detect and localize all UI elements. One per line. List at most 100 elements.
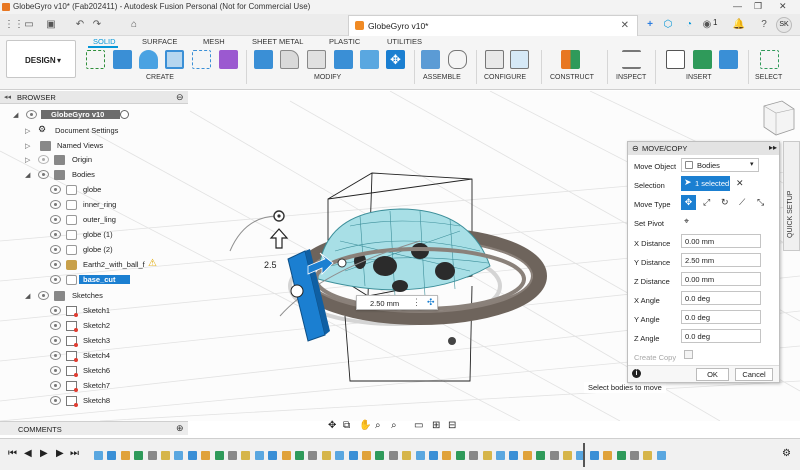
timeline-marker[interactable]	[583, 443, 585, 467]
timeline-feature-icon[interactable]	[201, 451, 211, 460]
visibility-eye-icon[interactable]	[50, 275, 61, 284]
browser-item-sketch7[interactable]: Sketch7	[0, 379, 140, 393]
visibility-eye-icon[interactable]	[26, 110, 37, 119]
visibility-eye-icon[interactable]	[50, 351, 61, 360]
z-distance-input[interactable]: 0.00 mm	[681, 272, 761, 286]
z-arrow-handle[interactable]	[290, 284, 304, 298]
info-icon[interactable]: i	[632, 369, 641, 378]
quick-setup-tab[interactable]: QUICK SETUP	[783, 141, 800, 251]
expand-arrow-icon[interactable]: ◢	[25, 292, 30, 300]
timeline-feature-icon[interactable]	[254, 451, 264, 460]
extrude-icon[interactable]	[113, 50, 132, 69]
new-component-icon[interactable]	[421, 50, 440, 69]
point-to-point-icon[interactable]: ⟋	[739, 197, 745, 208]
tab-sheet-metal[interactable]: SHEET METAL	[252, 37, 303, 46]
timeline-feature-icon[interactable]	[362, 451, 371, 460]
y-arrow-handle[interactable]	[269, 228, 289, 249]
joint-icon[interactable]	[448, 50, 467, 69]
timeline-feature-icon[interactable]	[120, 451, 130, 460]
help-icon[interactable]: ?	[757, 18, 771, 32]
move-object-dropdown[interactable]: Bodies ▾	[681, 158, 759, 172]
visibility-eye-icon[interactable]	[50, 306, 61, 315]
clear-selection-icon[interactable]: ✕	[736, 178, 744, 189]
timeline-feature-icon[interactable]	[442, 451, 452, 460]
timeline-feature-icon[interactable]	[134, 451, 144, 460]
browser-item-globe-1[interactable]: globe (1)	[0, 228, 140, 242]
timeline-feature-icon[interactable]	[107, 451, 117, 460]
browser-item-document-settings[interactable]: ▷ ⚙ Document Settings	[0, 124, 140, 138]
tab-utilities[interactable]: UTILITIES	[387, 37, 422, 46]
timeline-feature-icon[interactable]	[415, 451, 425, 460]
look-at-icon[interactable]: ⧉	[343, 420, 350, 431]
browser-item-sketch3[interactable]: Sketch3	[0, 334, 140, 348]
timeline-feature-icon[interactable]	[589, 451, 599, 460]
go-to-start-icon[interactable]: ⏮	[8, 448, 17, 459]
visibility-eye-icon[interactable]	[50, 336, 61, 345]
grid-settings-icon[interactable]: ⊞	[432, 420, 440, 431]
point-to-position-icon[interactable]: ⤡	[757, 197, 764, 208]
visibility-eye-icon[interactable]	[50, 381, 61, 390]
x-angle-input[interactable]: 0.0 deg	[681, 291, 761, 305]
insert-derive-icon[interactable]	[666, 50, 685, 69]
expand-arrow-icon[interactable]: ◢	[25, 171, 30, 179]
online-status-icon[interactable]: ◔	[682, 18, 696, 32]
timeline-feature-icon[interactable]	[241, 451, 251, 460]
viewports-icon[interactable]: ⊟	[448, 420, 456, 431]
orbit-icon[interactable]: ✥	[328, 420, 336, 431]
visibility-eye-icon[interactable]	[50, 200, 61, 209]
browser-root[interactable]: ◢ GlobeGyro v10	[0, 108, 140, 122]
pan-icon[interactable]: ✋	[359, 420, 371, 431]
timeline-feature-icon[interactable]	[656, 451, 666, 460]
timeline-feature-icon[interactable]	[603, 451, 613, 460]
shell-icon[interactable]	[334, 50, 353, 69]
tab-plastic[interactable]: PLASTIC	[329, 37, 360, 46]
timeline-feature-icon[interactable]	[509, 451, 519, 460]
timeline-feature-icon[interactable]	[469, 451, 479, 460]
visibility-eye-icon[interactable]	[50, 366, 61, 375]
timeline-feature-icon[interactable]	[228, 451, 237, 460]
hole-icon[interactable]	[165, 50, 184, 69]
visibility-eye-icon[interactable]	[50, 396, 61, 405]
timeline-feature-icon[interactable]	[630, 451, 639, 460]
browser-item-origin[interactable]: ▷ Origin	[0, 153, 140, 167]
set-pivot-icon[interactable]: ⌖	[684, 216, 689, 227]
activate-radio-icon[interactable]	[120, 110, 129, 119]
expand-arrow-icon[interactable]: ◢	[13, 111, 18, 119]
user-avatar[interactable]: SK	[776, 17, 792, 33]
expand-arrow-icon[interactable]: ▷	[25, 156, 30, 164]
undo-icon[interactable]: ↶	[73, 18, 87, 32]
fit-icon[interactable]: ⌕	[391, 420, 397, 431]
add-comment-icon[interactable]: ⊕	[176, 423, 184, 434]
browser-item-named-views[interactable]: ▷ Named Views	[0, 139, 140, 153]
file-icon[interactable]: ▭	[22, 18, 36, 32]
transform-options-icon[interactable]: ✣	[427, 297, 435, 308]
browser-item-sketch4[interactable]: Sketch4	[0, 349, 140, 363]
combine-icon[interactable]	[360, 50, 379, 69]
extensions-icon[interactable]: ⬡	[661, 18, 675, 32]
collapse-dialog-icon[interactable]: ⊖	[632, 144, 639, 153]
browser-item-bodies[interactable]: ◢ Bodies	[0, 168, 140, 182]
ok-button[interactable]: OK	[696, 368, 729, 381]
browser-item-sketch2[interactable]: Sketch2	[0, 319, 140, 333]
browser-item-outer-ring[interactable]: outer_ling	[0, 213, 140, 227]
go-to-end-icon[interactable]: ⏭	[70, 448, 79, 459]
fillet-icon[interactable]	[280, 50, 299, 69]
browser-item-inner-ring[interactable]: inner_ring	[0, 198, 140, 212]
form-icon[interactable]	[219, 50, 238, 69]
y-angle-input[interactable]: 0.0 deg	[681, 310, 761, 324]
timeline-feature-icon[interactable]	[281, 451, 291, 460]
visibility-eye-icon[interactable]	[50, 245, 61, 254]
configure-table-icon[interactable]	[485, 50, 504, 69]
construct-group-label[interactable]: CONSTRUCT	[550, 74, 594, 81]
timeline-feature-icon[interactable]	[308, 451, 318, 460]
browser-item-earth2[interactable]: Earth2_with_ball_f ⚠	[0, 258, 170, 272]
translate-icon[interactable]: ⤢	[703, 197, 710, 208]
rotate-icon[interactable]: ↻	[721, 197, 729, 208]
timeline-feature-icon[interactable]	[388, 451, 398, 460]
minimize-icon[interactable]: —	[733, 1, 742, 11]
tab-solid[interactable]: SOLID	[93, 37, 116, 46]
timeline-feature-icon[interactable]	[536, 451, 546, 460]
selection-button[interactable]: ➤ 1 selected	[681, 176, 730, 191]
visibility-eye-icon[interactable]	[38, 291, 49, 300]
timeline-feature-icon[interactable]	[321, 451, 331, 460]
